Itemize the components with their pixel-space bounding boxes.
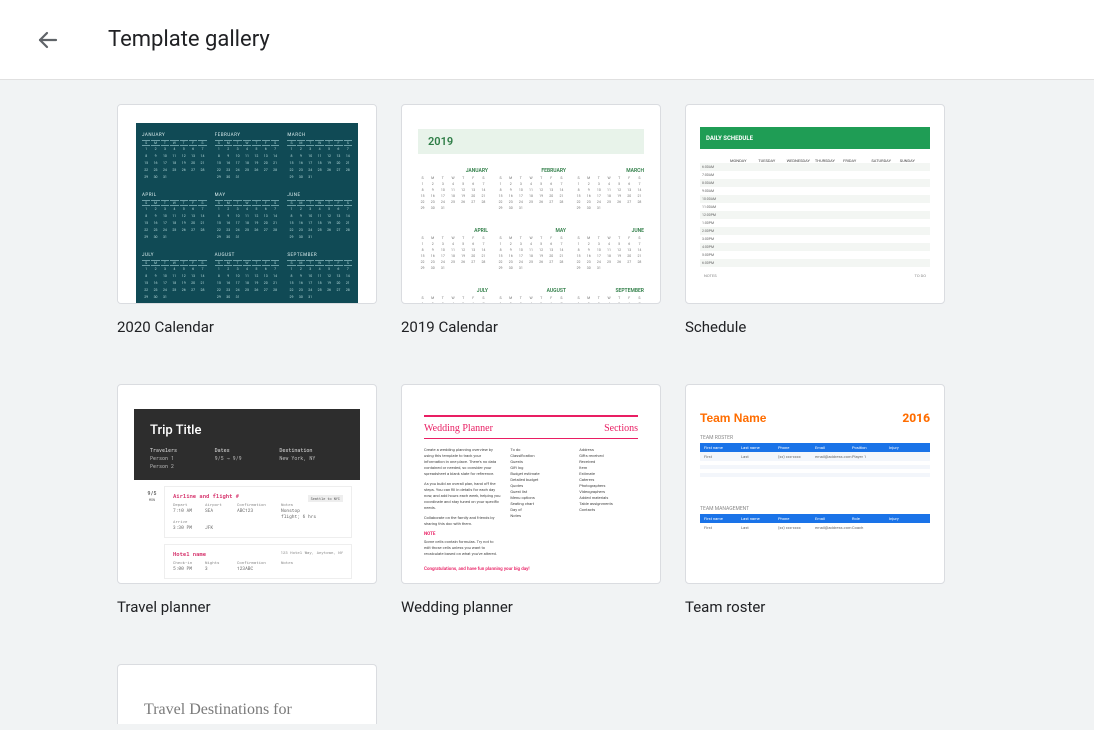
template-card: Wedding PlannerSections Create a wedding… <box>401 384 661 616</box>
thumb-team-year: 2016 <box>902 411 930 425</box>
back-button[interactable] <box>28 20 68 60</box>
thumb-trip-title: Trip Title <box>150 423 344 438</box>
template-thumb-wedding-planner[interactable]: Wedding PlannerSections Create a wedding… <box>401 384 661 584</box>
template-thumb-travel-planner[interactable]: Trip Title TravelersDatesDestinationPers… <box>117 384 377 584</box>
thumb-team-name: Team Name <box>700 411 766 425</box>
template-card: DAILY SCHEDULE MONDAYTUESDAYWEDNESDAYTHU… <box>685 104 945 336</box>
template-label: Schedule <box>685 318 945 336</box>
page-title: Template gallery <box>108 27 270 52</box>
template-thumb-team-roster[interactable]: Team Name2016 TEAM ROSTER First nameLast… <box>685 384 945 584</box>
arrow-left-icon <box>36 28 60 52</box>
template-thumb-travel-destinations[interactable]: Travel Destinations for <box>117 664 377 724</box>
thumb-trip-sec1-title: Airline and flight # <box>173 493 239 500</box>
thumb-wedding-congrats: Congratulations, and have fun planning y… <box>424 567 638 572</box>
header-bar: Template gallery <box>0 0 1094 80</box>
template-thumb-2020-calendar[interactable]: JANUARYSMTWTFS12345678910111213141516171… <box>117 104 377 304</box>
thumb-schedule-foot-right: TO DO <box>915 273 926 278</box>
thumb-team-sub1: TEAM ROSTER <box>700 435 930 441</box>
template-label: Team roster <box>685 598 945 616</box>
template-label: Wedding planner <box>401 598 661 616</box>
thumb-trip-sec2-title: Hotel name <box>173 551 206 558</box>
template-grid: JANUARYSMTWTFS12345678910111213141516171… <box>117 104 977 724</box>
template-card: JANUARYSMTWTFS12345678910111213141516171… <box>117 104 377 336</box>
template-card: 2019 JANUARYSMTWTFS123456789101112131415… <box>401 104 661 336</box>
template-card: Team Name2016 TEAM ROSTER First nameLast… <box>685 384 945 616</box>
template-thumb-schedule[interactable]: DAILY SCHEDULE MONDAYTUESDAYWEDNESDAYTHU… <box>685 104 945 304</box>
content-area: JANUARYSMTWTFS12345678910111213141516171… <box>0 80 1094 730</box>
template-label: Travel planner <box>117 598 377 616</box>
thumb-schedule-foot-left: NOTES <box>704 273 717 278</box>
thumb-wedding-title: Wedding Planner <box>424 423 493 434</box>
template-card: Travel Destinations for <box>117 664 377 724</box>
thumb-wedding-sections: Sections <box>604 423 638 434</box>
thumb-schedule-header: DAILY SCHEDULE <box>700 127 930 149</box>
template-label: 2019 Calendar <box>401 318 661 336</box>
template-label: 2020 Calendar <box>117 318 377 336</box>
template-thumb-2019-calendar[interactable]: 2019 JANUARYSMTWTFS123456789101112131415… <box>401 104 661 304</box>
thumb-2019-year: 2019 <box>418 129 644 154</box>
thumb-team-sub2: TEAM MANAGEMENT <box>700 506 930 512</box>
thumb-travel-title: Travel Destinations for <box>144 701 350 719</box>
template-card: Trip Title TravelersDatesDestinationPers… <box>117 384 377 616</box>
